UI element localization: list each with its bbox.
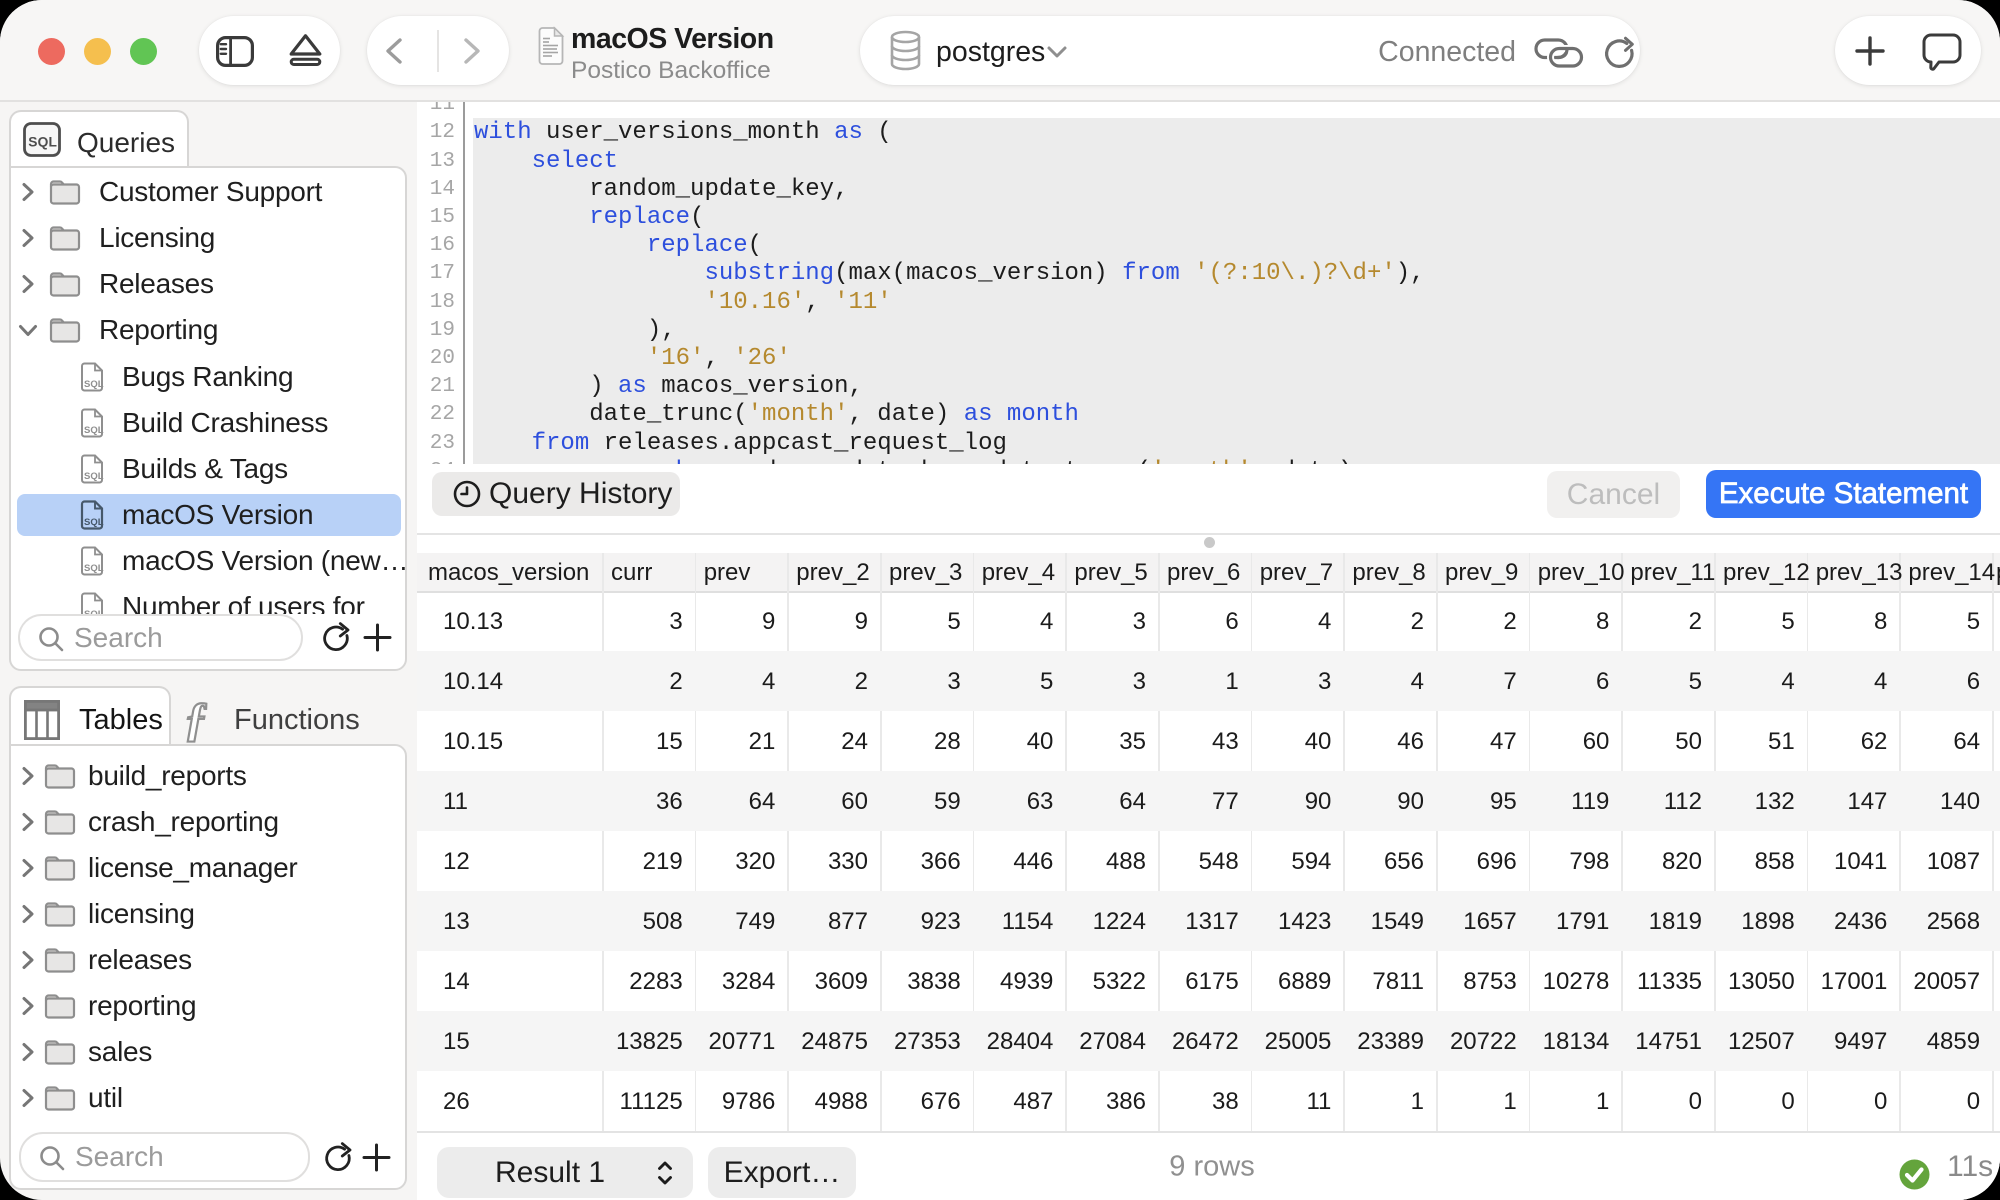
svg-text:SQL: SQL	[28, 135, 57, 150]
